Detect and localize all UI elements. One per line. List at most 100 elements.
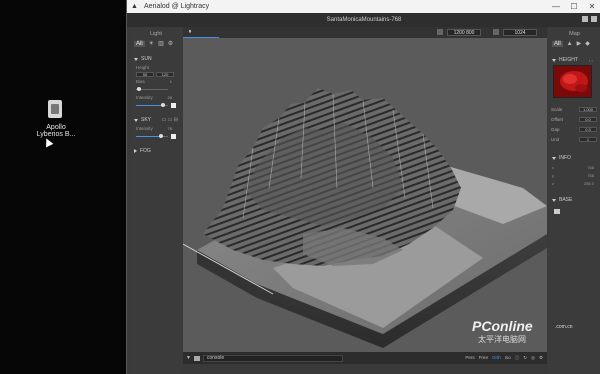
reset-icon[interactable]: ↻ [523, 355, 527, 361]
sun-intensity-slider[interactable] [136, 103, 176, 108]
sun-height-label: Height [136, 65, 150, 70]
desktop-background: Apollo Lyberios B... [0, 0, 126, 374]
tab-light[interactable]: Light [130, 27, 182, 37]
chevron-down-icon [552, 156, 556, 160]
mode-pers[interactable]: Pers [465, 355, 474, 361]
mouse-cursor-icon [42, 136, 54, 148]
light-panel: Light All ☀ ▥ ⚙ SUN Height 50 120 Bias 1 … [130, 27, 182, 374]
info-row-x: x 768 [552, 165, 594, 170]
resolution-field[interactable]: 1200 800 [447, 29, 481, 36]
sun-section-title: SUN [141, 56, 152, 62]
sky-section-header[interactable]: SKY ▭ ▭ ⊟ [130, 115, 182, 125]
sky-section-title: SKY [141, 117, 152, 123]
desktop-icon-label-1[interactable]: Apollo [26, 124, 86, 131]
heightmap-thumbnail[interactable] [553, 65, 592, 98]
target-icon[interactable]: ◎ [531, 355, 535, 361]
info-row-z: z 255.0 [552, 181, 594, 186]
scale-row: Scale 1.000 [551, 107, 597, 112]
desktop-icon-label-2[interactable]: Lyberios B... [26, 131, 86, 138]
maximize-button[interactable]: ☐ [565, 2, 583, 11]
filter-all-button[interactable]: All [552, 40, 563, 47]
height-section-header[interactable]: HEIGHT ‹ › [548, 55, 597, 65]
fog-section-title: FOG [140, 148, 151, 154]
samples-field[interactable]: 1024 [503, 29, 537, 36]
sky-color-swatch[interactable] [171, 134, 176, 139]
watermark-logo: PConline [472, 318, 533, 334]
offset-input[interactable]: 0.0 [579, 117, 597, 122]
sun-color-swatch[interactable] [171, 103, 176, 108]
chevron-down-icon [552, 198, 556, 202]
sun-intensity-label: Intensity 25 [136, 95, 172, 100]
chevron-down-icon [134, 118, 138, 122]
mode-free[interactable]: Free [479, 355, 488, 361]
base-section-title: BASE [559, 197, 573, 203]
gear-icon[interactable]: ⚙ [168, 40, 173, 47]
render-viewport[interactable] [183, 38, 547, 352]
sky-options-icon[interactable]: ▭ ▭ ⊟ [162, 117, 178, 123]
minimize-button[interactable]: — [547, 2, 565, 11]
info-icon[interactable]: ⓘ [515, 355, 520, 361]
resolution-icon [437, 29, 443, 35]
terrain-render [183, 88, 547, 348]
mode-orth[interactable]: Orth [492, 355, 501, 361]
heightmap-image [554, 66, 591, 97]
app-shortcut-icon[interactable] [48, 100, 62, 118]
cube-icon[interactable]: ◆ [585, 40, 590, 47]
chevron-down-icon[interactable]: ▼ [186, 355, 191, 361]
unit-input[interactable]: 1 [579, 137, 597, 142]
chevron-down-icon [552, 58, 556, 62]
sun-intensity-value: 25 [167, 95, 172, 100]
height-section-title: HEIGHT [559, 57, 578, 63]
viewport-toolbar: ⏸ 1200 800 1024 [183, 27, 547, 38]
sky-intensity-value: 75 [167, 126, 172, 131]
console-input[interactable]: console [202, 354, 343, 362]
unit-label: Unit [551, 137, 560, 142]
info-row-y: y 768 [552, 173, 594, 178]
map-panel: Map All ▲ ▶ ◆ HEIGHT ‹ › Scale 1.000 Off… [548, 27, 600, 374]
app-logo-icon: ▲ [131, 2, 138, 10]
filter-all-button[interactable]: All [134, 40, 145, 47]
sun-icon[interactable]: ☀ [149, 40, 154, 47]
sun-bias-label: Bias 1 [136, 79, 172, 84]
sun-height-input-2[interactable]: 120 [156, 72, 174, 77]
title-bar: ▲ Aerialod @ Lightracy — ☐ ✕ [127, 0, 600, 13]
watermark-text: 太平洋电脑网 [478, 335, 526, 344]
sky-intensity-slider[interactable] [136, 134, 176, 139]
height-nav-icon[interactable]: ‹ › [589, 58, 593, 63]
offset-row: Offset 0.0 [551, 117, 597, 122]
gap-row: Gap 0.3 [551, 127, 597, 132]
save-icon[interactable] [582, 16, 588, 22]
sky-intensity-label: Intensity 75 [136, 126, 172, 131]
scale-label: Scale [551, 107, 563, 112]
close-button[interactable]: ✕ [583, 2, 600, 11]
offset-label: Offset [551, 117, 563, 122]
mode-iso[interactable]: Iso [505, 355, 511, 361]
chevron-down-icon [134, 57, 138, 61]
sun-height-input-1[interactable]: 50 [136, 72, 154, 77]
gap-input[interactable]: 0.3 [579, 127, 597, 132]
base-section-header[interactable]: BASE [548, 195, 576, 205]
info-section-header[interactable]: INFO [548, 153, 575, 163]
map-icon[interactable]: ▲ [567, 41, 573, 47]
base-color-swatch[interactable] [554, 209, 560, 214]
sun-section-header[interactable]: SUN [130, 54, 182, 64]
window-title: Aerialod @ Lightracy [144, 3, 210, 10]
camera-icon[interactable] [193, 355, 200, 361]
settings-icon[interactable]: ⚙ [539, 355, 543, 361]
sun-bias-slider[interactable] [136, 87, 176, 92]
watermark-url: .com.cn [555, 324, 573, 330]
sun-bias-value: 1 [169, 79, 172, 84]
pause-button[interactable]: ⏸ [186, 29, 194, 36]
fog-section-header[interactable]: FOG [130, 146, 182, 156]
tab-map[interactable]: Map [548, 27, 600, 37]
info-section-title: INFO [559, 155, 571, 161]
gap-label: Gap [551, 127, 560, 132]
bars-icon[interactable]: ▥ [158, 40, 164, 47]
document-bar: SantaMonicaMountains-768 [127, 13, 600, 27]
video-icon[interactable]: ▶ [577, 40, 582, 47]
export-icon[interactable] [591, 16, 597, 22]
scale-input[interactable]: 1.000 [579, 107, 597, 112]
unit-row: Unit 1 [551, 137, 597, 142]
viewport-footer: ▼ console Pers Free Orth Iso ⓘ ↻ ◎ ⚙ [183, 352, 547, 364]
chevron-right-icon [134, 149, 137, 153]
